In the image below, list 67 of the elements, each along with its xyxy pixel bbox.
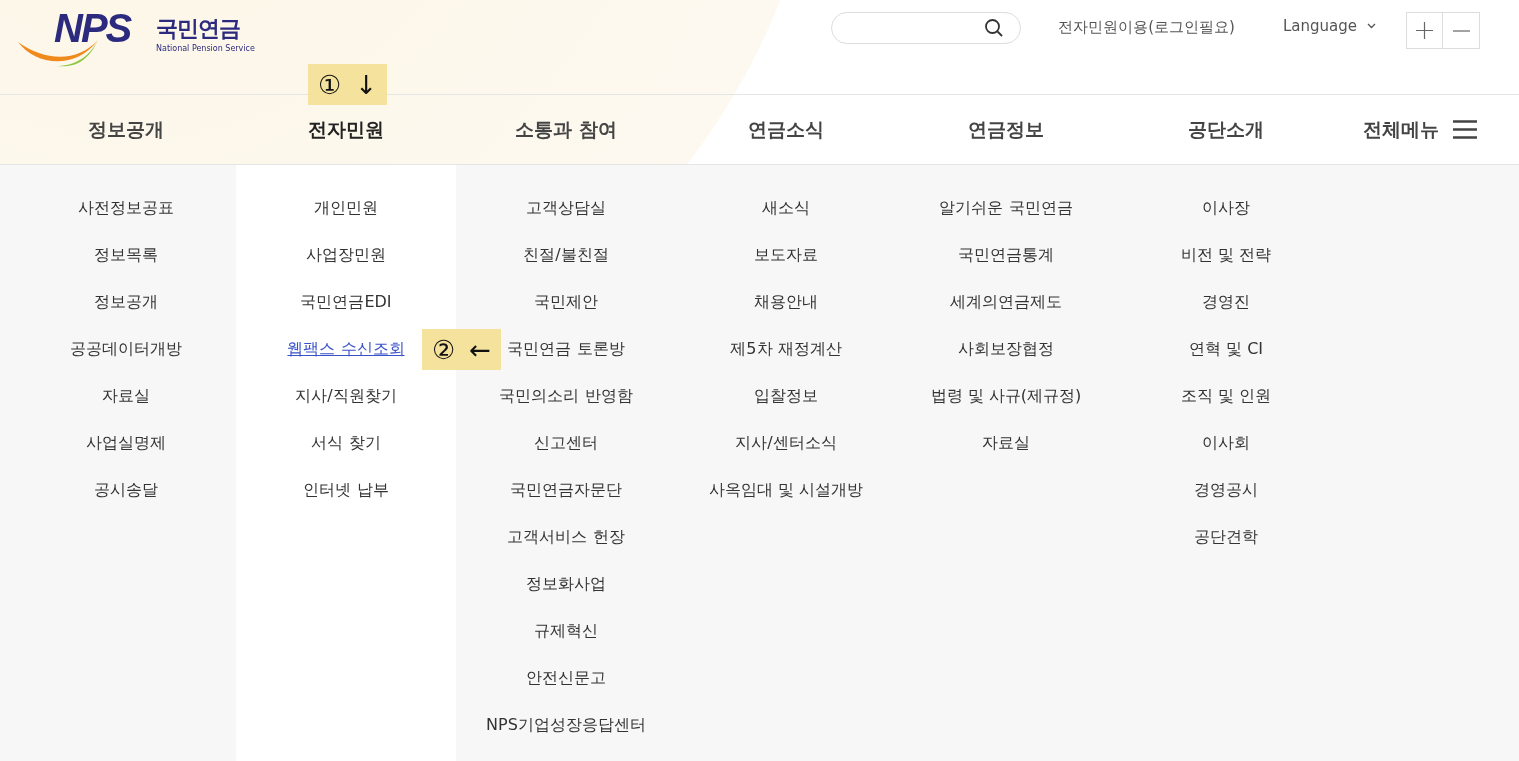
menu-link[interactable]: 규제혁신 bbox=[534, 618, 598, 643]
menu-link[interactable]: 비전 및 전략 bbox=[1180, 242, 1272, 267]
menu-link[interactable]: 제5차 재정계산 bbox=[730, 336, 842, 361]
menu-link[interactable]: NPS기업성장응답센터 bbox=[486, 712, 646, 737]
login-link[interactable]: 전자민원이용(로그인필요) bbox=[1058, 18, 1235, 37]
menu-link[interactable]: 지사/직원찾기 bbox=[295, 383, 397, 408]
menu-link[interactable]: 채용안내 bbox=[754, 289, 818, 314]
step-annotation: ② ← bbox=[422, 329, 502, 370]
menu-link[interactable]: 자료실 bbox=[102, 383, 150, 408]
logo-name: 국민연금 bbox=[156, 15, 241, 43]
menu-link[interactable]: 지사/센터소식 bbox=[735, 430, 837, 455]
menu-link[interactable]: 이사회 bbox=[1202, 430, 1250, 455]
plus-icon bbox=[1416, 22, 1433, 39]
nav-item[interactable]: 연금소식 bbox=[676, 95, 896, 164]
search-field[interactable] bbox=[831, 12, 1022, 44]
menu-link[interactable]: 경영공시 bbox=[1194, 477, 1258, 502]
menu-link[interactable]: 알기쉬운 국민연금 bbox=[939, 195, 1073, 220]
all-menu-button[interactable]: 전체메뉴 bbox=[1363, 95, 1477, 164]
menu-link[interactable]: 보도자료 bbox=[754, 242, 818, 267]
menu-link[interactable]: 국민연금통계 bbox=[958, 242, 1054, 267]
menu-icon bbox=[1453, 120, 1477, 139]
menu-link[interactable]: 연혁 및 CI bbox=[1188, 336, 1264, 361]
menu-link[interactable]: 정보공개 bbox=[94, 289, 158, 314]
zoom-in-button[interactable] bbox=[1406, 12, 1443, 49]
menu-link[interactable]: 인터넷 납부 bbox=[303, 477, 389, 502]
search-icon[interactable] bbox=[984, 18, 1005, 38]
menu-link[interactable]: 국민제안 bbox=[534, 289, 598, 314]
menu-link[interactable]: 법령 및 사규(제규정) bbox=[930, 383, 1082, 408]
menu-link[interactable]: 서식 찾기 bbox=[311, 430, 381, 455]
nav-item[interactable]: 정보공개 bbox=[16, 95, 236, 164]
menu-link[interactable]: 경영진 bbox=[1202, 289, 1250, 314]
menu-link[interactable]: 국민연금EDI bbox=[300, 289, 392, 314]
menu-link[interactable]: 사업실명제 bbox=[86, 430, 166, 455]
menu-link[interactable]: 공시송달 bbox=[94, 477, 158, 502]
menu-link[interactable]: 정보목록 bbox=[94, 242, 158, 267]
language-button[interactable]: Language bbox=[1282, 17, 1376, 35]
menu-link[interactable]: 국민연금자문단 bbox=[510, 477, 622, 502]
menu-link[interactable]: 사회보장협정 bbox=[958, 336, 1054, 361]
menu-link[interactable]: 조직 및 인원 bbox=[1180, 383, 1272, 408]
menu-link[interactable]: 친절/불친절 bbox=[523, 242, 609, 267]
menu-link[interactable]: 세계의연금제도 bbox=[950, 289, 1062, 314]
menu-link[interactable]: 국민연금 토론방 bbox=[507, 336, 625, 361]
logo-subtitle: National Pension Service bbox=[156, 44, 255, 53]
menu-link[interactable]: 자료실 bbox=[982, 430, 1030, 455]
nav-item[interactable]: 공단소개 bbox=[1116, 95, 1336, 164]
step-annotation: ① ↓ bbox=[308, 64, 388, 105]
menu-link[interactable]: 웹팩스 수신조회 bbox=[287, 336, 405, 361]
menu-link[interactable]: 고객상담실 bbox=[526, 195, 606, 220]
menu-link[interactable]: 이사장 bbox=[1202, 195, 1250, 220]
menu-link[interactable]: 정보화사업 bbox=[526, 571, 606, 596]
menu-link[interactable]: 공공데이터개방 bbox=[70, 336, 182, 361]
menu-link[interactable]: 국민의소리 반영함 bbox=[499, 383, 633, 408]
logo-mark: NPS bbox=[54, 6, 131, 51]
minus-icon bbox=[1452, 29, 1470, 32]
menu-link[interactable]: 사옥임대 및 시설개방 bbox=[708, 477, 864, 502]
menu-link[interactable]: 공단견학 bbox=[1194, 524, 1258, 549]
menu-link[interactable]: 사전정보공표 bbox=[78, 195, 174, 220]
menu-link[interactable]: 개인민원 bbox=[314, 195, 378, 220]
menu-link[interactable]: 새소식 bbox=[762, 195, 810, 220]
nav-item[interactable]: 연금정보 bbox=[896, 95, 1116, 164]
menu-link[interactable]: 안전신문고 bbox=[526, 665, 606, 690]
nav-item[interactable]: 소통과 참여 bbox=[456, 95, 676, 164]
chevron-down-icon bbox=[1367, 23, 1376, 29]
menu-link[interactable]: 입찰정보 bbox=[754, 383, 818, 408]
menu-link[interactable]: 사업장민원 bbox=[306, 242, 386, 267]
menu-link[interactable]: 신고센터 bbox=[534, 430, 598, 455]
menu-link[interactable]: 고객서비스 헌장 bbox=[507, 524, 625, 549]
